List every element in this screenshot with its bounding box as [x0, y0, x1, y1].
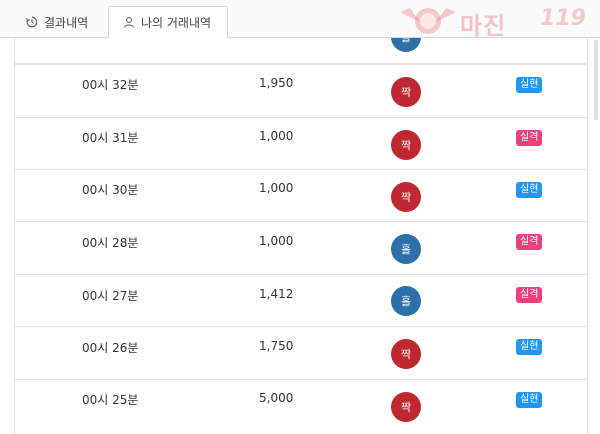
table-row: 00시 25분 5,000 짝 실현	[15, 379, 587, 431]
table-row: 00시 30분 1,000 짝 실현	[15, 169, 587, 221]
trade-history-list: 홀 00시 32분 1,950 짝 실현 00시 31분 1,000 짝 실격 …	[14, 38, 588, 434]
trade-amount: 1,950	[259, 76, 294, 90]
trade-time: 00시 25분	[82, 393, 139, 407]
tab-results-history[interactable]: 결과내역	[12, 6, 102, 38]
trade-amount: 1,412	[259, 287, 294, 301]
trade-time: 00시 31분	[82, 131, 139, 145]
result-badge: 실현	[516, 182, 543, 198]
user-icon	[123, 16, 135, 28]
result-badge: 실격	[516, 130, 543, 146]
pick-badge: 짝	[391, 392, 421, 422]
trade-time: 00시 28분	[82, 236, 139, 250]
history-icon	[26, 16, 38, 28]
trade-time: 00시 26분	[82, 341, 139, 355]
result-badge: 실격	[516, 234, 543, 250]
table-row: 00시 32분 1,950 짝 실현	[15, 64, 587, 116]
scrollbar-thumb[interactable]	[594, 40, 598, 120]
pick-badge: 홀	[391, 234, 421, 264]
result-badge: 실현	[516, 392, 543, 408]
result-badge: 실현	[516, 77, 543, 93]
trade-amount: 1,000	[259, 129, 294, 143]
trade-time: 00시 32분	[82, 78, 139, 92]
table-row: 00시 31분 1,000 짝 실격	[15, 117, 587, 169]
pick-badge: 짝	[391, 182, 421, 212]
pick-badge: 홀	[391, 286, 421, 316]
tab-bar: 결과내역 나의 거래내역	[0, 0, 600, 38]
pick-badge: 짝	[391, 339, 421, 369]
result-badge: 실격	[516, 287, 543, 303]
pick-badge: 홀	[391, 38, 421, 52]
tab-label: 나의 거래내역	[141, 15, 212, 30]
trade-time: 00시 30분	[82, 183, 139, 197]
result-badge: 실현	[516, 339, 543, 355]
trade-amount: 5,000	[259, 391, 294, 405]
trade-time: 00시 27분	[82, 289, 139, 303]
table-row: 홀	[15, 38, 587, 64]
table-row: 00시 26분 1,750 짝 실현	[15, 326, 587, 378]
table-row: 00시 27분 1,412 홀 실격	[15, 274, 587, 326]
pick-badge: 짝	[391, 77, 421, 107]
tab-my-trades[interactable]: 나의 거래내역	[108, 6, 228, 38]
trade-amount: 1,000	[259, 181, 294, 195]
pick-badge: 짝	[391, 130, 421, 160]
trade-amount: 1,750	[259, 339, 294, 353]
table-row: 00시 28분 1,000 홀 실격	[15, 221, 587, 273]
trade-amount: 1,000	[259, 234, 294, 248]
tab-label: 결과내역	[44, 15, 89, 30]
